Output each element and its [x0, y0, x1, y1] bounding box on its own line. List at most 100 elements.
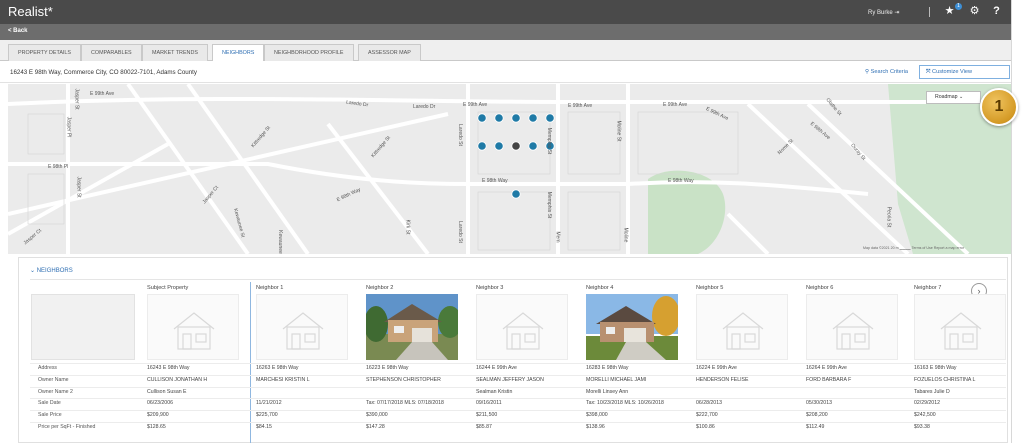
neighbor-2-photo[interactable] [366, 294, 458, 360]
house-placeholder-icon [476, 294, 568, 360]
table-cell: $147.28 [366, 424, 385, 430]
tab-comparables[interactable]: Comparables [81, 44, 142, 61]
table-cell: 11/21/2012 [256, 400, 282, 406]
address-bar: 16243 E 98th Way, Commerce City, CO 8002… [0, 61, 1011, 83]
table-cell: $138.96 [586, 424, 605, 430]
table-cell: FORD BARBARA F [806, 377, 852, 383]
street-label: Memphis St [546, 191, 553, 219]
table-cell: 06/23/2006 [147, 400, 173, 406]
logout-icon[interactable]: ⇥ [894, 10, 899, 16]
street-label: Kewaunee [276, 230, 283, 254]
table-cell: FOZUELOS CHRISTINA L [914, 377, 976, 383]
table-cell: 16224 E 99th Ave [696, 365, 737, 371]
table-cell: Cullison Susan E [147, 389, 187, 395]
customize-view-button[interactable]: ⤧ Customize View [919, 65, 1010, 79]
street-label: Mem [554, 231, 561, 243]
row-label: Sale Price [38, 412, 62, 418]
app-frame: Realist* Ry Burke ⇥ ★ 1 ⚙ ? < Back Prope… [0, 0, 1012, 443]
search-icon: ⚲ [865, 69, 870, 75]
street-label: Jasper St [75, 176, 82, 198]
column-title: Neighbor 7 [914, 285, 942, 291]
neighbors-section-toggle[interactable]: ⌄ Neighbors [30, 267, 73, 274]
street-label: E 99th Ave [463, 102, 488, 108]
table-cell: $208,200 [806, 412, 828, 418]
row-divider [30, 398, 1006, 399]
column-title: Neighbor 6 [806, 285, 834, 291]
table-cell: 16244 E 99th Ave [476, 365, 517, 371]
street-label: Jasper Pl [65, 116, 72, 138]
street-label: Laredo St [456, 221, 463, 243]
tab-neighborhood-profile[interactable]: Neighborhood Profile [264, 44, 354, 61]
tab-property-details[interactable]: Property Details [8, 44, 82, 61]
table-cell: 16223 E 98th Way [366, 365, 409, 371]
table-cell: MORELLI MICHAEL JAMI [586, 377, 647, 383]
gear-icon[interactable]: ⚙ [968, 5, 981, 18]
back-link[interactable]: < Back [8, 28, 28, 34]
table-cell: $225,700 [256, 412, 278, 418]
row-label: Sale Date [38, 400, 61, 406]
chevron-down-icon: ⌄ [30, 268, 36, 274]
table-cell: Morelli Linsey Ann [586, 389, 629, 395]
table-cell: $93.38 [914, 424, 930, 430]
table-cell: 16264 E 99th Ave [806, 365, 847, 371]
label-column-header [31, 294, 135, 360]
column-title: Neighbor 4 [586, 285, 614, 291]
street-label: E 99th Ave [90, 91, 115, 97]
table-cell: 02/29/2012 [914, 400, 940, 406]
map-canvas[interactable] [8, 84, 1012, 254]
table-cell: Sealman Kristin [476, 389, 513, 395]
row-divider [30, 387, 1006, 388]
table-cell: 09/16/2011 [476, 400, 502, 406]
table-cell: Tax: 10/23/2018 MLS: 10/26/2018 [586, 400, 664, 406]
row-divider [30, 363, 1006, 364]
help-icon[interactable]: ? [990, 5, 1003, 18]
table-cell: Tabares Julie D [914, 389, 950, 395]
house-placeholder-icon [914, 294, 1006, 360]
street-label: Memphis St [546, 127, 553, 155]
tab-neighbors[interactable]: Neighbors [212, 44, 265, 62]
column-title: Neighbor 2 [366, 285, 394, 291]
notification-badge: 1 [955, 3, 962, 10]
house-placeholder-icon [806, 294, 898, 360]
table-cell: $222,700 [696, 412, 718, 418]
street-label: E 98th Way [668, 178, 694, 184]
street-label: Laredo St [456, 124, 463, 146]
row-label: Owner Name 2 [38, 389, 73, 395]
neighbor-4-photo[interactable] [586, 294, 678, 360]
user-menu[interactable]: Ry Burke ⇥ [868, 9, 899, 16]
street-label: Kirk St [404, 219, 411, 235]
street-label: E 98th Way [482, 178, 508, 184]
street-label: Peoria St [885, 206, 892, 228]
row-label: Owner Name [38, 377, 69, 383]
row-divider [30, 422, 1006, 423]
table-cell: HENDERSON FELISE [696, 377, 749, 383]
toolbar-divider [929, 7, 930, 17]
table-cell: 16243 E 98th Way [147, 365, 190, 371]
table-cell: 16163 E 98th Way [914, 365, 957, 371]
top-bar: Realist* Ry Burke ⇥ ★ 1 ⚙ ? [0, 0, 1011, 24]
house-placeholder-icon [147, 294, 239, 360]
table-cell: 06/28/2013 [696, 400, 722, 406]
app-title[interactable]: Realist* [8, 4, 53, 19]
column-title: Neighbor 5 [696, 285, 724, 291]
tab-market-trends[interactable]: Market Trends [142, 44, 208, 61]
table-cell: $390,000 [366, 412, 388, 418]
tab-bar: Property Details Comparables Market Tren… [0, 40, 1011, 62]
street-label: Moline St [615, 120, 622, 142]
table-cell: $209,900 [147, 412, 169, 418]
section-divider [30, 279, 1006, 280]
table-cell: MARCHESI KRISTIN L [256, 377, 310, 383]
search-criteria-link[interactable]: ⚲ Search Criteria [865, 69, 908, 75]
row-label: Price per SqFt - Finished [38, 424, 96, 430]
tab-assessor-map[interactable]: Assessor Map [358, 44, 421, 61]
table-cell: Tax: 07/17/2018 MLS: 07/18/2018 [366, 400, 444, 406]
house-placeholder-icon [256, 294, 348, 360]
row-divider [30, 410, 1006, 411]
row-label: Address [38, 365, 58, 371]
table-cell: CULLISON JONATHAN H [147, 377, 208, 383]
table-cell: $128.65 [147, 424, 166, 430]
map-credit: Map data ©2021 20 m ▁▁▁▁ Terms of Use Re… [863, 246, 965, 250]
roadmap-dropdown[interactable]: Roadmap ⌄ [926, 91, 981, 104]
neighbors-map[interactable]: E 99th Ave Laredo Dr Laredo Dr E 99th Av… [8, 84, 1012, 254]
back-bar: < Back [0, 24, 1011, 40]
